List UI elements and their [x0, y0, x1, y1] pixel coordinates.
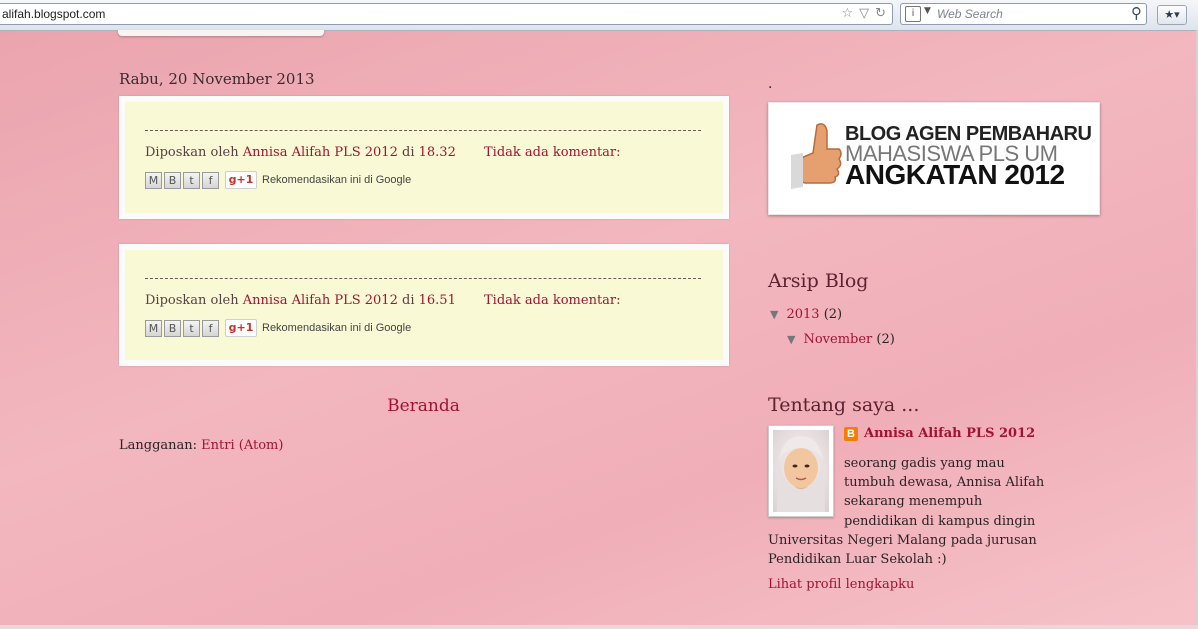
about-line: tumbuh dewasa, Annisa Alifah: [844, 475, 1045, 490]
facebook-icon[interactable]: f: [202, 319, 219, 337]
archive-year-link[interactable]: 2013: [786, 307, 819, 322]
post-time-link[interactable]: 16.51: [419, 293, 456, 308]
blogger-icon[interactable]: B: [164, 171, 181, 189]
post-author-link[interactable]: Annisa Alifah PLS 2012: [243, 293, 398, 308]
twitter-icon[interactable]: t: [183, 319, 200, 337]
comments-link[interactable]: Tidak ada komentar:: [484, 293, 621, 308]
bookmark-star-icon[interactable]: ☆: [841, 6, 853, 21]
archive-year-count: (2): [823, 307, 843, 322]
post-footer: Diposkan oleh Annisa Alifah PLS 2012 di …: [145, 145, 621, 160]
gplus-button[interactable]: g+1: [225, 319, 257, 337]
reload-icon[interactable]: ↻: [875, 6, 886, 21]
post-author-link[interactable]: Annisa Alifah PLS 2012: [243, 145, 398, 160]
profile-photo[interactable]: [768, 425, 834, 517]
collapse-triangle-icon[interactable]: ▼: [770, 308, 778, 321]
url-text: alifah.blogspot.com: [2, 7, 106, 21]
avatar: [777, 436, 825, 512]
facebook-icon[interactable]: f: [202, 171, 219, 189]
about-line: Universitas Negeri Malang pada jurusan: [768, 533, 1037, 548]
blogger-icon[interactable]: B: [164, 319, 181, 337]
twitter-icon[interactable]: t: [183, 171, 200, 189]
post-card: Diposkan oleh Annisa Alifah PLS 2012 di …: [119, 96, 729, 219]
date-header: Rabu, 20 November 2013: [119, 70, 315, 88]
gplus-button[interactable]: g+1: [225, 171, 257, 189]
search-box[interactable]: i ▼ Web Search ⚲: [900, 3, 1147, 25]
post-footer: Diposkan oleh Annisa Alifah PLS 2012 di …: [145, 293, 621, 308]
search-engine-icon[interactable]: i: [905, 6, 921, 22]
thumbs-up-icon: [791, 123, 842, 189]
archive-month-count: (2): [876, 332, 895, 347]
post-divider: [145, 130, 701, 131]
archive-title: Arsip Blog: [768, 270, 869, 292]
about-title: Tentang saya ...: [768, 394, 920, 416]
archive-year-row: ▼ 2013 (2): [770, 307, 842, 322]
search-placeholder: Web Search: [937, 7, 1003, 21]
home-link[interactable]: Beranda: [0, 396, 847, 416]
profile-name-link[interactable]: Annisa Alifah PLS 2012: [864, 426, 1035, 441]
subscribe-line: Langganan: Entri (Atom): [119, 438, 283, 453]
about-line: Pendidikan Luar Sekolah :): [768, 552, 947, 567]
search-engine-dropdown-icon[interactable]: ▼: [924, 6, 931, 16]
share-buttons: M B t f g+1 Rekomendasikan ini di Google: [145, 171, 411, 189]
comments-link[interactable]: Tidak ada komentar:: [484, 145, 621, 160]
share-buttons: M B t f g+1 Rekomendasikan ini di Google: [145, 319, 411, 337]
archive-month-link[interactable]: November: [803, 332, 872, 347]
bookmarks-menu-button[interactable]: ★▾: [1157, 5, 1187, 25]
address-bar[interactable]: alifah.blogspot.com ☆ ▽ ↻: [0, 3, 893, 25]
about-line: sekarang menempuh: [844, 494, 983, 509]
atom-feed-link[interactable]: Entri (Atom): [201, 438, 283, 453]
about-line: seorang gadis yang mau: [844, 456, 1005, 471]
archive-month-row: ▼ November (2): [787, 332, 895, 347]
post-time-link[interactable]: 18.32: [419, 145, 456, 160]
blogger-profile-icon: B: [844, 426, 858, 441]
profile-name-row: B Annisa Alifah PLS 2012: [844, 426, 1035, 441]
recommend-text: Rekomendasikan ini di Google: [262, 322, 412, 334]
recommend-text: Rekomendasikan ini di Google: [262, 174, 412, 186]
collapse-triangle-icon[interactable]: ▼: [787, 333, 795, 346]
view-profile-link[interactable]: Lihat profil lengkapku: [768, 577, 914, 592]
email-icon[interactable]: M: [145, 319, 162, 337]
page-bottom-edge: [0, 625, 1198, 629]
email-icon[interactable]: M: [145, 171, 162, 189]
blog-banner-image[interactable]: BLOG AGEN PEMBAHARU MAHASISWA PLS UM ANG…: [768, 102, 1100, 215]
banner-year: ANGKATAN 2012: [845, 159, 1065, 190]
browser-toolbar: alifah.blogspot.com ☆ ▽ ↻ i ▼ Web Search ⚲…: [0, 0, 1198, 31]
dropdown-icon[interactable]: ▽: [859, 6, 869, 21]
about-line: pendidikan di kampus dingin: [844, 514, 1036, 529]
post-divider: [145, 278, 701, 279]
previous-post-edge: [118, 30, 324, 36]
subscribe-label: Langganan:: [119, 438, 198, 453]
widget-title-dot: .: [768, 76, 773, 92]
post-card: Diposkan oleh Annisa Alifah PLS 2012 di …: [119, 244, 729, 366]
magnifier-icon[interactable]: ⚲: [1131, 4, 1142, 22]
